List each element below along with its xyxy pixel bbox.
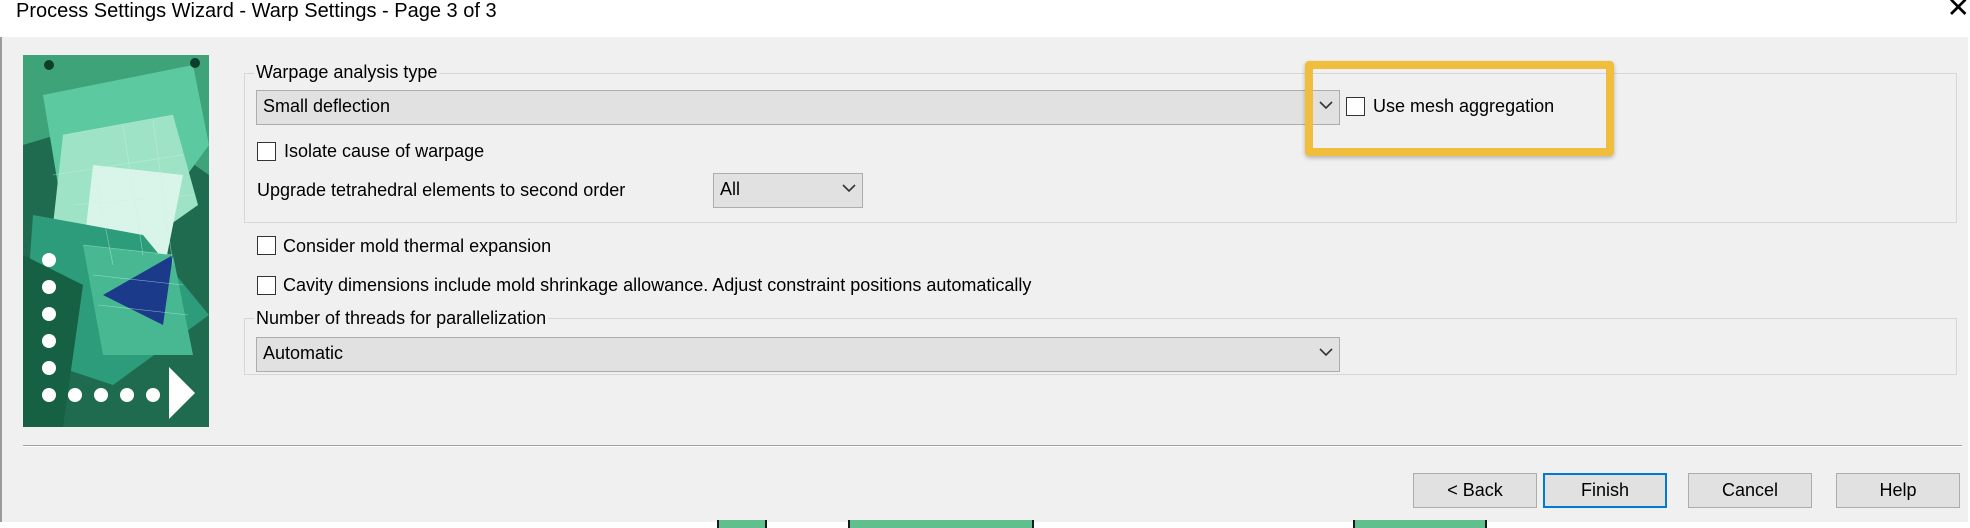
close-icon[interactable]: ✕ (1946, 0, 1970, 22)
window-title: Process Settings Wizard - Warp Settings … (16, 0, 497, 22)
background-shape (717, 520, 767, 528)
cavity-dimensions-label[interactable]: Cavity dimensions include mold shrinkage… (283, 274, 1031, 296)
upgrade-tetrahedral-value: All (720, 179, 741, 199)
background-shape (1353, 520, 1487, 528)
threads-value: Automatic (263, 343, 344, 363)
chevron-down-icon (1319, 348, 1333, 357)
finish-button[interactable]: Finish (1543, 473, 1667, 508)
help-button[interactable]: Help (1836, 473, 1960, 508)
upgrade-tetrahedral-label: Upgrade tetrahedral elements to second o… (257, 180, 626, 200)
button-separator (23, 445, 1962, 447)
back-button[interactable]: < Back (1413, 473, 1537, 508)
threads-label: Number of threads for parallelization (254, 308, 549, 328)
wizard-illustration (23, 55, 209, 427)
mold-thermal-expansion-label[interactable]: Consider mold thermal expansion (283, 235, 551, 257)
highlight-box (1305, 61, 1614, 156)
warpage-analysis-type-label: Warpage analysis type (254, 62, 440, 82)
isolate-cause-label[interactable]: Isolate cause of warpage (284, 140, 484, 162)
warpage-analysis-type-value: Small deflection (263, 96, 391, 116)
chevron-down-icon (842, 184, 856, 193)
upgrade-tetrahedral-dropdown[interactable]: All (713, 173, 863, 208)
isolate-cause-checkbox[interactable] (257, 142, 276, 161)
warpage-analysis-type-dropdown[interactable]: Small deflection (256, 90, 1340, 125)
threads-dropdown[interactable]: Automatic (256, 337, 1340, 372)
mold-thermal-expansion-checkbox[interactable] (257, 236, 276, 255)
cancel-button[interactable]: Cancel (1688, 473, 1812, 508)
background-shape (848, 520, 1034, 528)
window-border (0, 37, 2, 525)
cavity-dimensions-checkbox[interactable] (257, 276, 276, 295)
